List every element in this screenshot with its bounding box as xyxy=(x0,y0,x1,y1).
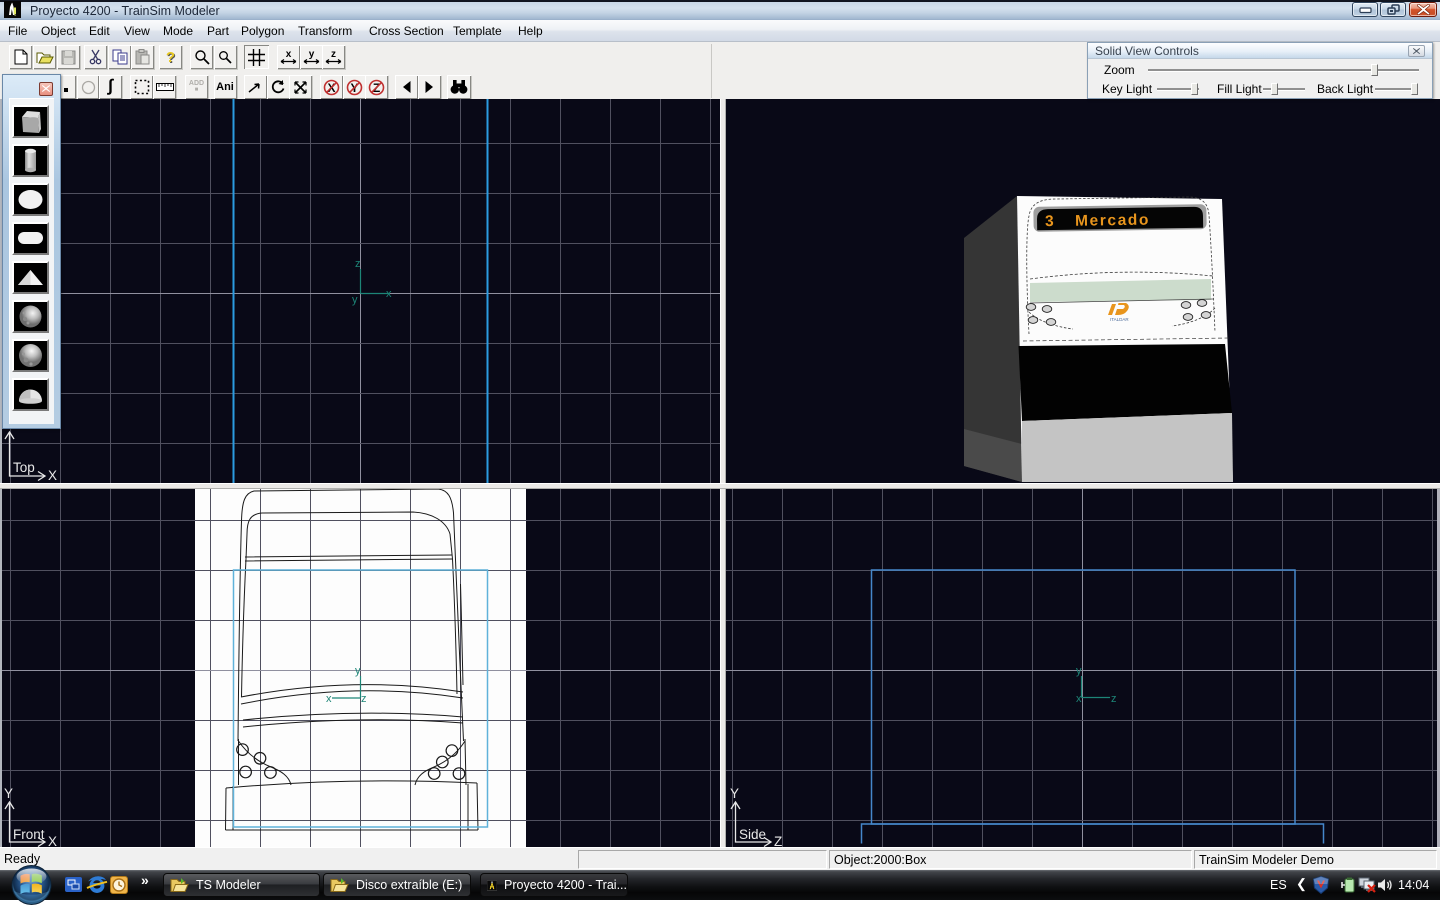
svg-text:3: 3 xyxy=(1045,213,1054,230)
svg-text:z: z xyxy=(331,49,336,60)
svg-text:z: z xyxy=(355,258,361,270)
svg-text:x: x xyxy=(1076,693,1082,705)
svg-text:x: x xyxy=(386,288,392,300)
svg-text:Front: Front xyxy=(13,827,45,842)
svg-text:Z: Z xyxy=(774,834,782,847)
svg-text:Mercado: Mercado xyxy=(1075,212,1150,230)
svg-text:X: X xyxy=(48,468,57,483)
svg-text:x: x xyxy=(326,693,332,705)
svg-text:y: y xyxy=(308,49,314,60)
svg-text:y: y xyxy=(355,665,361,677)
svg-text:Y: Y xyxy=(730,786,739,801)
svg-text:Top: Top xyxy=(13,460,35,475)
svg-text:ITALDAR: ITALDAR xyxy=(1110,317,1129,322)
svg-text:z: z xyxy=(361,693,367,705)
svg-text:Y: Y xyxy=(4,786,13,801)
svg-text:Side: Side xyxy=(739,827,766,842)
svg-text:y: y xyxy=(1076,665,1082,677)
svg-text:z: z xyxy=(1111,693,1117,705)
svg-text:x: x xyxy=(286,49,292,60)
svg-text:y: y xyxy=(352,294,358,306)
svg-text:X: X xyxy=(48,834,57,847)
